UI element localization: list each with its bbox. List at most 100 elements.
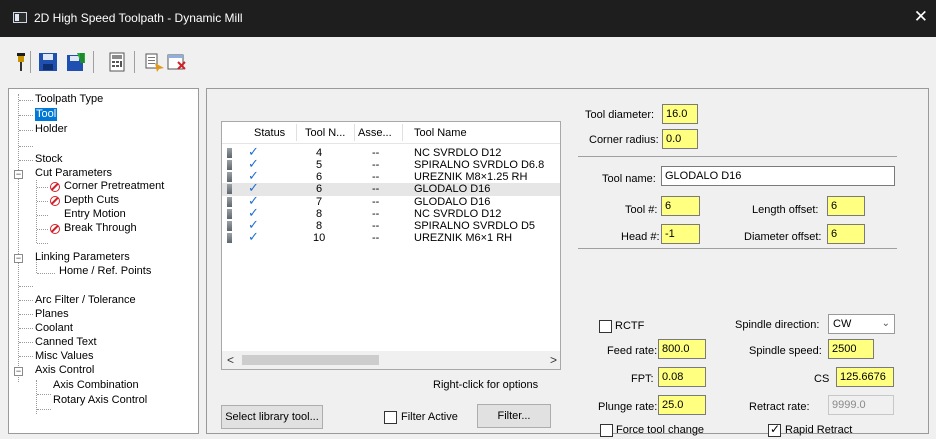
tool-assembly: -- [372, 220, 380, 232]
tool-table[interactable]: Status Tool N... Asse... Tool Name ✓ 4 -… [221, 121, 561, 370]
column-divider[interactable] [354, 124, 355, 141]
chevron-down-icon: ⌄ [881, 318, 890, 329]
close-icon[interactable]: ✕ [914, 7, 928, 27]
force-tool-change-label: Force tool change [616, 424, 705, 436]
column-header-tool-number[interactable]: Tool N... [305, 126, 345, 140]
table-row[interactable]: ✓ 8 -- SPIRALNO SVRDLO D5 [222, 218, 560, 232]
error-icon [50, 196, 60, 206]
tree-item-toolpath-type[interactable]: Toolpath Type [35, 93, 103, 106]
tree-item-planes[interactable]: Planes [35, 308, 69, 321]
tree-guide [37, 201, 48, 202]
rapid-retract-checkbox[interactable] [768, 422, 781, 437]
tree-item-axis-control[interactable]: Axis Control [35, 364, 94, 377]
diameter-offset-field[interactable]: 6 [827, 224, 865, 244]
scroll-right-icon[interactable]: > [550, 353, 557, 367]
title-bar: 2D High Speed Toolpath - Dynamic Mill ✕ [0, 0, 936, 37]
save-all-icon[interactable] [65, 51, 87, 73]
table-row[interactable]: ✓ 10 -- UREZNIK M6×1 RH [222, 230, 560, 244]
tool-name-field[interactable]: GLODALO D16 [661, 166, 895, 186]
endmill-icon [227, 148, 232, 158]
toolbar [0, 37, 936, 85]
tree-item-canned-text[interactable]: Canned Text [35, 336, 97, 349]
collapse-icon[interactable]: − [14, 367, 23, 376]
endmill-icon [227, 209, 232, 219]
endmill-icon [227, 172, 232, 182]
scroll-left-icon[interactable]: < [227, 353, 234, 367]
tool-diameter-field[interactable]: 16.0 [662, 104, 698, 124]
error-icon [50, 224, 60, 234]
view-icon[interactable] [144, 51, 166, 73]
toolbar-separator [30, 51, 31, 73]
head-number-field[interactable]: -1 [661, 224, 700, 244]
tree-guide [19, 328, 33, 329]
save-icon[interactable] [37, 51, 59, 73]
tool-number: 6 [316, 171, 323, 183]
plunge-rate-field[interactable]: 25.0 [658, 395, 706, 415]
spindle-direction-value: CW [833, 318, 852, 330]
calculator-icon[interactable] [106, 51, 128, 73]
table-row-selected[interactable]: ✓ 6 -- GLODALO D16 [222, 181, 560, 196]
tree-guide [19, 130, 33, 131]
tree-guide [37, 243, 48, 244]
tree-item-home-ref-points[interactable]: Home / Ref. Points [59, 265, 151, 278]
section-divider [578, 156, 897, 157]
tree-item-stock[interactable]: Stock [35, 153, 63, 166]
tree-guide [37, 394, 51, 395]
table-row[interactable]: ✓ 5 -- SPIRALNO SVRDLO D6.8 [222, 157, 560, 171]
select-library-tool-button[interactable]: Select library tool... [221, 405, 323, 429]
tool-name: UREZNIK M8×1.25 RH [414, 171, 528, 183]
tree-item-linking-parameters[interactable]: Linking Parameters [35, 251, 130, 264]
collapse-icon[interactable]: − [14, 170, 23, 179]
table-row[interactable]: ✓ 8 -- NC SVRDLO D12 [222, 206, 560, 220]
tree-item-cut-parameters[interactable]: Cut Parameters [35, 167, 112, 180]
tree-item-arc-filter[interactable]: Arc Filter / Tolerance [35, 294, 136, 307]
tree-item-holder[interactable]: Holder [35, 123, 67, 136]
tree-item-coolant[interactable]: Coolant [35, 322, 73, 335]
spindle-direction-select[interactable]: CW ⌄ [828, 314, 895, 334]
horizontal-scrollbar[interactable]: < > [222, 351, 560, 369]
tree-item-misc-values[interactable]: Misc Values [35, 350, 93, 363]
table-row[interactable]: ✓ 6 -- UREZNIK M8×1.25 RH [222, 169, 560, 183]
column-divider[interactable] [402, 124, 403, 141]
column-header-tool-name[interactable]: Tool Name [414, 126, 467, 140]
tree-guide [19, 286, 33, 287]
spindle-speed-field[interactable]: 2500 [828, 339, 874, 359]
tool-number-label: Tool #: [625, 204, 658, 216]
tool-number-field[interactable]: 6 [661, 196, 700, 216]
endmill-icon [227, 221, 232, 231]
column-header-assembly[interactable]: Asse... [358, 126, 392, 140]
tool-name: UREZNIK M6×1 RH [414, 232, 513, 244]
endmill-icon [227, 184, 232, 194]
force-tool-change-checkbox[interactable] [600, 424, 613, 437]
tool-number: 6 [316, 183, 323, 195]
tree-item-axis-combination[interactable]: Axis Combination [53, 379, 139, 392]
spindle-speed-label: Spindle speed: [749, 345, 822, 357]
cs-field[interactable]: 125.6676 [836, 367, 894, 387]
pin-icon[interactable] [10, 51, 32, 73]
length-offset-field[interactable]: 6 [827, 196, 865, 216]
tree-item-corner-pretreatment[interactable]: Corner Pretreatment [64, 180, 164, 193]
corner-radius-field[interactable]: 0.0 [662, 129, 698, 149]
column-header-status[interactable]: Status [254, 126, 285, 140]
tree-item-depth-cuts[interactable]: Depth Cuts [64, 194, 119, 207]
collapse-icon[interactable]: − [14, 254, 23, 263]
tree-item-rotary-axis-control[interactable]: Rotary Axis Control [53, 394, 147, 407]
length-offset-label: Length offset: [752, 204, 819, 216]
table-row[interactable]: ✓ 7 -- GLODALO D16 [222, 194, 560, 208]
filter-active-checkbox[interactable] [384, 411, 397, 424]
retract-rate-field[interactable]: 9999.0 [828, 395, 894, 415]
fpt-field[interactable]: 0.08 [658, 367, 706, 387]
tree-item-entry-motion[interactable]: Entry Motion [64, 208, 126, 221]
column-divider[interactable] [296, 124, 297, 141]
tool-name: GLODALO D16 [414, 196, 491, 208]
scrollbar-thumb[interactable] [242, 355, 379, 365]
rctf-checkbox[interactable] [599, 320, 612, 333]
feed-rate-field[interactable]: 800.0 [658, 339, 706, 359]
tree-item-tool[interactable]: Tool [35, 108, 58, 121]
close-doc-icon[interactable] [166, 51, 188, 73]
endmill-icon [227, 233, 232, 243]
tree-item-break-through[interactable]: Break Through [64, 222, 137, 235]
filter-button[interactable]: Filter... [477, 404, 551, 428]
table-row[interactable]: ✓ 4 -- NC SVRDLO D12 [222, 145, 560, 159]
tree-guide [19, 314, 33, 315]
